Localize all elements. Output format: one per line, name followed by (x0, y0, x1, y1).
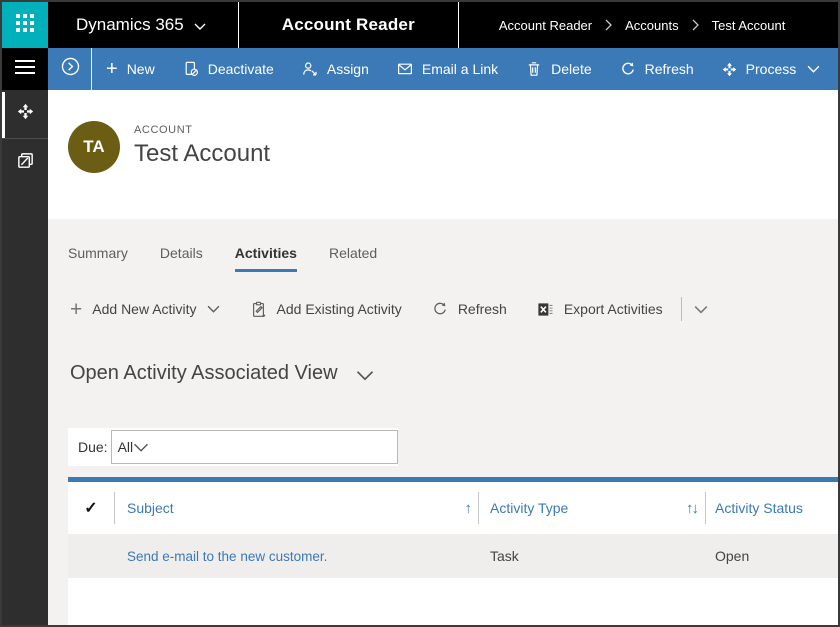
due-filter-label: Due: (78, 439, 108, 455)
toolbar-label: Add Existing Activity (277, 301, 402, 317)
activity-type-cell: Task (490, 548, 519, 564)
delete-button[interactable]: Delete (512, 48, 605, 90)
record-header: TA ACCOUNT Test Account (48, 90, 838, 219)
view-selector[interactable]: Open Activity Associated View (70, 356, 838, 390)
refresh-activities-button[interactable]: Refresh (432, 301, 507, 317)
record-tabs: Summary Details Activities Related (48, 219, 838, 272)
chevron-right-icon (605, 19, 612, 31)
app-launcher-button[interactable] (2, 2, 48, 48)
assign-button[interactable]: Assign (288, 48, 383, 90)
due-filter-value: All (118, 439, 134, 455)
chevron-circle-icon (61, 57, 80, 81)
recent-items-icon (16, 151, 35, 175)
activity-subject-link[interactable]: Send e-mail to the new customer. (127, 549, 327, 564)
toolbar-label: Refresh (458, 301, 507, 317)
command-label: Process (746, 61, 797, 77)
page-title: Test Account (134, 140, 270, 168)
chevron-down-icon (694, 301, 708, 317)
clipboard-icon (250, 301, 267, 318)
column-header-activity-type[interactable]: Activity Type (490, 500, 568, 516)
sidebar-item-process[interactable] (2, 90, 48, 138)
product-name: Dynamics 365 (76, 15, 184, 35)
process-icon (722, 62, 737, 77)
due-filter: Due: All (68, 428, 398, 466)
topbar-divider (458, 2, 459, 48)
sidebar-item-recent[interactable] (2, 139, 48, 187)
delete-icon (526, 61, 542, 77)
refresh-icon (620, 61, 636, 77)
refresh-icon (432, 301, 448, 317)
breadcrumb-app[interactable]: Account Reader (499, 18, 592, 33)
column-header-subject[interactable]: Subject (127, 500, 174, 516)
left-navigation-sidebar (2, 48, 48, 625)
add-new-activity-button[interactable]: + Add New Activity (70, 299, 220, 320)
command-label: Deactivate (208, 61, 274, 77)
top-navigation-bar: Dynamics 365 Account Reader Account Read… (2, 2, 838, 48)
select-all-checkbox[interactable]: ✓ (84, 498, 97, 518)
tab-details[interactable]: Details (160, 245, 203, 272)
command-bar: + New Deactivate Assign (48, 48, 838, 90)
breadcrumb: Account Reader Accounts Test Account (499, 2, 785, 48)
toolbar-label: Export Activities (564, 301, 663, 317)
due-filter-select[interactable]: All (111, 430, 398, 464)
toolbar-overflow-button[interactable] (694, 301, 708, 317)
command-bar-divider (91, 48, 92, 90)
entity-type-label: ACCOUNT (134, 124, 270, 136)
chevron-down-icon (356, 366, 374, 381)
toolbar-label: Add New Activity (92, 301, 196, 317)
plus-icon: + (106, 59, 118, 79)
command-label: Email a Link (422, 61, 498, 77)
toolbar-divider (681, 297, 682, 321)
tab-summary[interactable]: Summary (68, 245, 128, 272)
email-link-button[interactable]: Email a Link (383, 48, 512, 90)
menu-button[interactable] (2, 48, 48, 90)
activities-toolbar: + Add New Activity Add Existing Activity (70, 294, 838, 324)
sort-ascending-icon[interactable]: ↑ (465, 500, 479, 517)
chevron-down-icon (194, 15, 206, 35)
email-link-icon (397, 61, 413, 77)
table-row[interactable]: Send e-mail to the new customer. Task Op… (68, 534, 838, 578)
avatar: TA (68, 121, 120, 173)
refresh-button[interactable]: Refresh (606, 48, 708, 90)
tab-activities[interactable]: Activities (235, 245, 297, 272)
chevron-down-icon (207, 305, 220, 313)
chevron-down-icon (133, 443, 149, 452)
breadcrumb-entity[interactable]: Accounts (625, 18, 678, 33)
app-name: Account Reader (239, 2, 458, 48)
add-existing-activity-button[interactable]: Add Existing Activity (250, 301, 402, 318)
view-selector-title: Open Activity Associated View (70, 362, 338, 385)
command-label: Delete (551, 61, 591, 77)
export-activities-button[interactable]: Export Activities (537, 301, 663, 318)
excel-icon (537, 301, 554, 318)
new-button[interactable]: + New (92, 48, 169, 90)
command-label: Refresh (645, 61, 694, 77)
sidebar-scrollbar[interactable] (2, 92, 5, 138)
menu-icon (15, 60, 35, 79)
plus-icon: + (70, 299, 82, 320)
activities-grid: ✓ Subject ↑ Activity Type ↑↓ Activity St… (68, 477, 838, 625)
sort-both-icon[interactable]: ↑↓ (686, 500, 705, 517)
column-header-activity-status[interactable]: Activity Status (715, 500, 803, 516)
dynamics-window: Dynamics 365 Account Reader Account Read… (0, 0, 840, 627)
process-button[interactable]: Process (708, 48, 835, 90)
tab-related[interactable]: Related (329, 245, 377, 272)
activity-status-cell: Open (715, 548, 749, 564)
product-menu[interactable]: Dynamics 365 (76, 2, 206, 48)
waffle-icon (16, 14, 34, 37)
breadcrumb-record[interactable]: Test Account (712, 18, 786, 33)
chevron-down-icon (807, 65, 820, 73)
deactivate-button[interactable]: Deactivate (169, 48, 288, 90)
process-icon (17, 103, 34, 125)
content-area: Summary Details Activities Related + Add… (48, 219, 838, 625)
grid-header-row: ✓ Subject ↑ Activity Type ↑↓ Activity St… (68, 482, 838, 534)
chevron-right-icon (692, 19, 699, 31)
command-label: New (127, 61, 155, 77)
deactivate-icon (183, 61, 199, 77)
assign-icon (302, 61, 318, 77)
expand-command-bar-button[interactable] (48, 48, 91, 90)
command-label: Assign (327, 61, 369, 77)
